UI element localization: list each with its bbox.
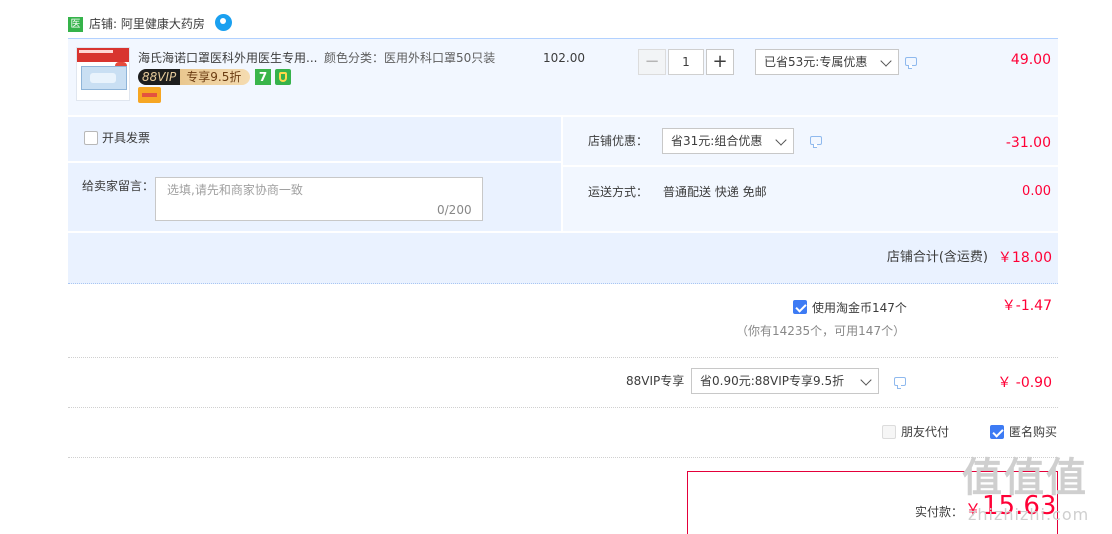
chevron-down-icon [860,374,872,386]
taojinbi-checkbox[interactable] [793,300,807,314]
divider [68,457,1058,458]
vip88-select-value: 省0.90元:88VIP专享9.5折 [700,374,845,388]
product-amount: 49.00 [1010,52,1051,68]
shipping-method: 普通配送 快递 免邮 [663,185,767,199]
site-watermark: 值值值 [962,455,1088,501]
shop-type-badge: 医 [68,17,83,32]
quantity-decrease-button[interactable]: − [638,49,666,75]
invoice-label[interactable]: 开具发票 [102,129,150,147]
product-title[interactable]: 海氏海诺口罩医科外用医生专用... [138,49,318,67]
shop-total-amount: ￥18.00 [997,250,1052,266]
chevron-down-icon [880,55,892,67]
vip-discount-tag: 88VIP 专享9.5折 [138,69,250,85]
site-watermark-url: zhizhizhi.com [968,505,1090,524]
product-sku: 颜色分类：医用外科口罩50只装 [324,51,496,65]
product-thumbnail[interactable] [76,47,130,101]
anonymous-checkbox[interactable] [990,425,1004,439]
seven-day-return-icon: 7 [255,69,271,85]
service-plug-icon [275,69,291,85]
memo-placeholder: 选填,请先和商家协商一致 [167,183,303,197]
payment-label: 实付款： [915,505,964,519]
shop-discount-label: 店铺优惠： [588,134,649,148]
friend-pay-label[interactable]: 朋友代付 [901,424,949,441]
taojinbi-amount: ￥-1.47 [1001,298,1052,314]
comment-icon[interactable] [894,377,906,389]
product-promo-select[interactable]: 已省53元:专属优惠 [755,49,899,75]
shipping-label: 运送方式： [588,185,649,199]
credit-card-icon [138,87,161,103]
divider [68,407,1058,408]
divider [68,357,1058,358]
memo-char-count: 0/200 [437,203,472,217]
product-promo-select-value: 已省53元:专属优惠 [764,55,868,69]
chevron-down-icon [775,134,787,146]
anonymous-label[interactable]: 匿名购买 [1009,424,1057,441]
comment-icon[interactable] [905,57,917,69]
taojinbi-label[interactable]: 使用淘金币147个 [812,299,907,317]
quantity-input[interactable]: 1 [668,49,704,75]
shop-total-label: 店铺合计(含运费) [886,250,988,265]
vip88-label: 88VIP专享 [626,374,685,388]
shop-discount-select-value: 省31元:组合优惠 [671,134,763,148]
taojinbi-sub: （你有14235个，可用147个） [736,324,906,338]
vip-tag-left: 88VIP [138,69,181,85]
vip88-select[interactable]: 省0.90元:88VIP专享9.5折 [691,368,879,394]
vip-tag-right: 专享9.5折 [180,69,250,85]
invoice-checkbox[interactable] [84,131,98,145]
vip88-amount: ￥ -0.90 [997,375,1052,391]
friend-pay-checkbox[interactable] [882,425,896,439]
shipping-amount: 0.00 [1022,184,1051,199]
memo-label: 给卖家留言： [82,179,155,193]
unit-price: 102.00 [543,51,585,65]
shop-discount-amount: -31.00 [1005,135,1051,151]
quantity-increase-button[interactable]: + [706,49,734,75]
wangwang-chat-icon[interactable] [215,14,232,31]
comment-icon[interactable] [810,136,822,148]
shop-name[interactable]: 店铺: 阿里健康大药房 [89,15,205,33]
shop-discount-select[interactable]: 省31元:组合优惠 [662,128,794,154]
